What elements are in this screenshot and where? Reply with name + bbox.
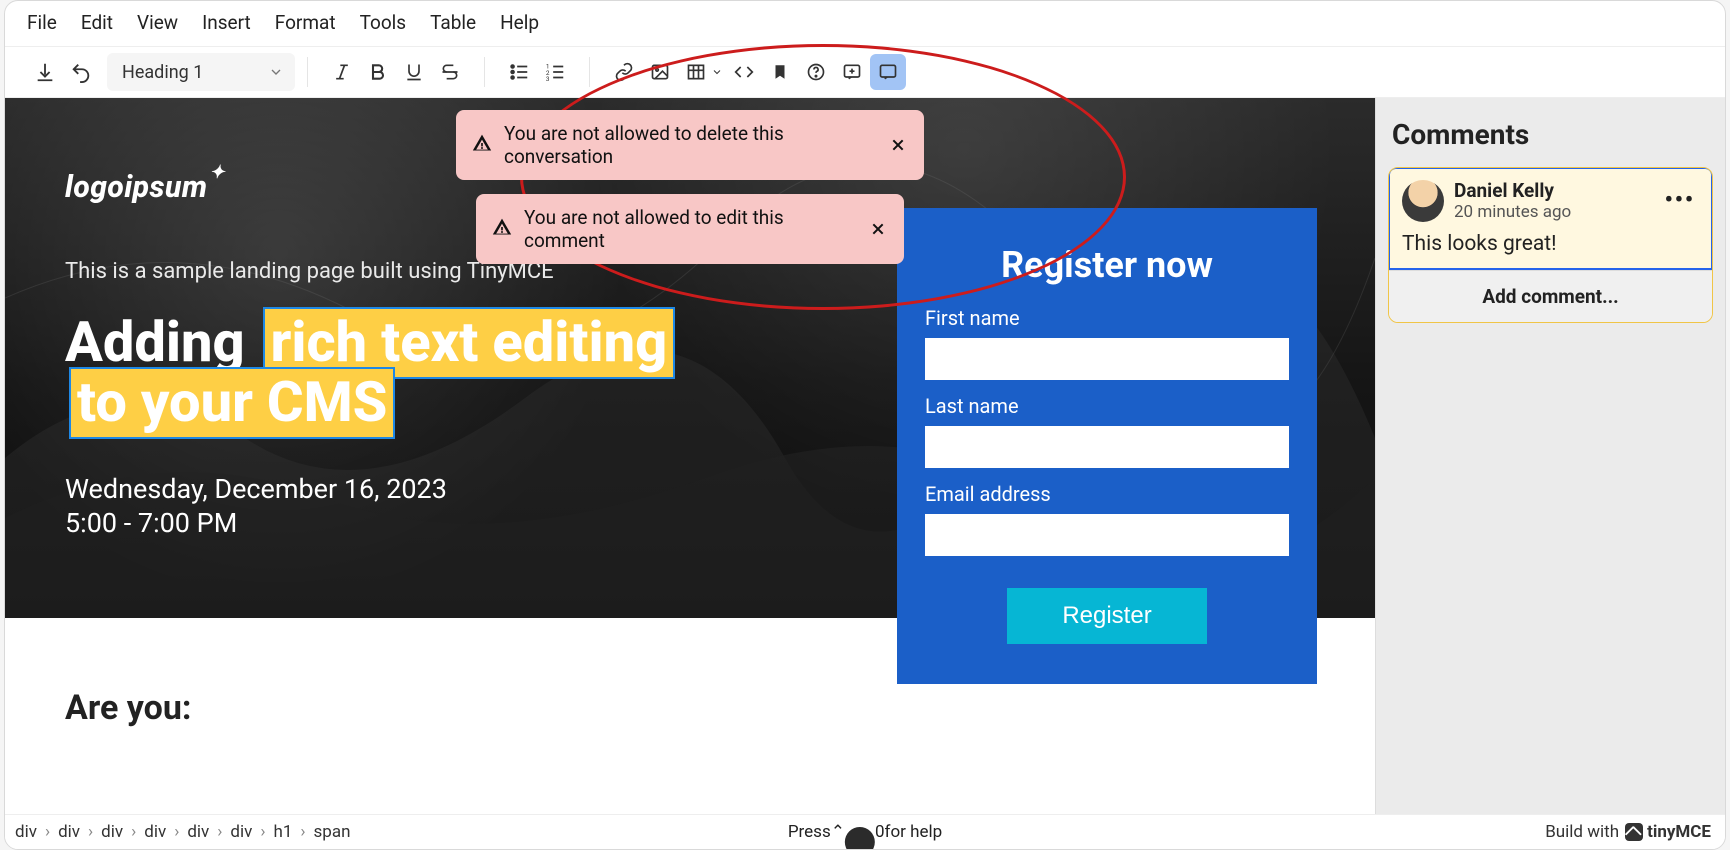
status-handle-icon[interactable] — [845, 827, 875, 850]
register-button[interactable]: Register — [1007, 588, 1207, 644]
email-input[interactable] — [925, 514, 1289, 556]
comment-author: Daniel Kelly — [1454, 179, 1651, 202]
link-icon[interactable] — [606, 54, 642, 90]
block-format-label: Heading 1 — [122, 62, 203, 83]
add-comment-button[interactable]: Add comment... — [1389, 270, 1712, 322]
toolbar-sep — [307, 57, 308, 87]
menu-edit[interactable]: Edit — [81, 11, 113, 34]
editor-window: File Edit View Insert Format Tools Table… — [4, 0, 1726, 850]
bold-icon[interactable] — [360, 54, 396, 90]
logo-spark-icon: ✦ — [210, 164, 226, 182]
build-with-text: Build with — [1545, 822, 1619, 842]
underline-icon[interactable] — [396, 54, 432, 90]
undo-icon[interactable] — [63, 54, 99, 90]
italic-icon[interactable] — [324, 54, 360, 90]
close-icon[interactable] — [868, 218, 888, 240]
element-path[interactable]: div› div› div› div› div› div› h1› span — [15, 822, 350, 842]
status-branding: Build with tinyMCE — [1545, 822, 1711, 842]
notification: You are not allowed to edit this comment — [476, 194, 904, 264]
comments-title: Comments — [1392, 118, 1709, 151]
path-seg[interactable]: h1 — [273, 822, 292, 842]
menu-file[interactable]: File — [27, 11, 57, 34]
register-card: Register now First name Last name Email … — [897, 208, 1317, 684]
below-hero-heading: Are you: — [65, 688, 1315, 728]
export-icon[interactable] — [27, 54, 63, 90]
path-seg[interactable]: div — [187, 822, 209, 842]
warning-icon — [492, 217, 512, 242]
menu-help[interactable]: Help — [500, 11, 539, 34]
menubar: File Edit View Insert Format Tools Table… — [5, 1, 1725, 47]
comment-text: This looks great! — [1402, 232, 1699, 256]
image-icon[interactable] — [642, 54, 678, 90]
hero-h1-prefix: Adding — [65, 309, 259, 375]
insert-table-menu-icon[interactable] — [708, 54, 726, 90]
path-seg[interactable]: div — [101, 822, 123, 842]
menu-tools[interactable]: Tools — [360, 11, 407, 34]
close-icon[interactable] — [888, 134, 908, 156]
path-seg[interactable]: span — [314, 822, 351, 842]
last-name-label: Last name — [925, 394, 1289, 418]
path-seg[interactable]: div — [58, 822, 80, 842]
block-format-select[interactable]: Heading 1 — [107, 53, 295, 91]
tinymce-brand[interactable]: tinyMCE — [1625, 822, 1711, 842]
first-name-label: First name — [925, 306, 1289, 330]
code-icon[interactable] — [726, 54, 762, 90]
help-key-left: ⌃ — [831, 822, 845, 842]
help-suffix: for help — [885, 822, 943, 842]
menu-table[interactable]: Table — [430, 11, 476, 34]
comment-time: 20 minutes ago — [1454, 202, 1651, 222]
help-icon[interactable] — [798, 54, 834, 90]
comments-sidebar: Comments Daniel Kelly 20 minutes ago •••… — [1375, 98, 1725, 814]
numbered-list-icon[interactable]: 123 — [537, 54, 573, 90]
avatar — [1402, 180, 1444, 222]
notification-text: You are not allowed to delete this conve… — [504, 122, 862, 168]
register-title: Register now — [925, 244, 1289, 286]
comment-thread[interactable]: Daniel Kelly 20 minutes ago ••• This loo… — [1388, 167, 1713, 270]
hero-headline[interactable]: Adding rich text editing to your CMS — [65, 312, 705, 433]
comment-card: Daniel Kelly 20 minutes ago ••• This loo… — [1388, 167, 1713, 323]
toolbar: Heading 1 123 — [5, 47, 1725, 98]
bulleted-list-icon[interactable] — [501, 54, 537, 90]
warning-icon — [472, 133, 492, 158]
comment-more-icon[interactable]: ••• — [1661, 184, 1699, 217]
add-note-icon[interactable] — [834, 54, 870, 90]
content-column: You are not allowed to delete this conve… — [5, 98, 1375, 814]
last-name-input[interactable] — [925, 426, 1289, 468]
strikethrough-icon[interactable] — [432, 54, 468, 90]
toolbar-sep — [484, 57, 485, 87]
menu-format[interactable]: Format — [275, 11, 336, 34]
editor-body: You are not allowed to delete this conve… — [5, 98, 1725, 814]
tinymce-logo-icon — [1625, 823, 1643, 841]
first-name-input[interactable] — [925, 338, 1289, 380]
path-seg[interactable]: div — [144, 822, 166, 842]
help-key-right: 0 — [875, 822, 885, 842]
logo: logoipsum ✦ — [65, 170, 225, 205]
menu-view[interactable]: View — [137, 11, 178, 34]
tinymce-brand-text: tinyMCE — [1647, 822, 1711, 842]
toolbar-sep — [589, 57, 590, 87]
notifications: You are not allowed to delete this conve… — [456, 110, 924, 264]
notification: You are not allowed to delete this conve… — [456, 110, 924, 180]
email-label: Email address — [925, 482, 1289, 506]
menu-insert[interactable]: Insert — [202, 11, 251, 34]
statusbar: div› div› div› div› div› div› h1› span P… — [5, 814, 1725, 849]
bookmark-icon[interactable] — [762, 54, 798, 90]
logo-text: logoipsum — [65, 170, 208, 205]
comments-sidebar-toggle-icon[interactable] — [870, 54, 906, 90]
notification-text: You are not allowed to edit this comment — [524, 206, 842, 252]
path-seg[interactable]: div — [230, 822, 252, 842]
path-seg[interactable]: div — [15, 822, 37, 842]
help-prefix: Press — [788, 822, 831, 842]
status-help: Press ⌃ 0 for help — [788, 817, 942, 847]
svg-text:3: 3 — [546, 75, 550, 83]
